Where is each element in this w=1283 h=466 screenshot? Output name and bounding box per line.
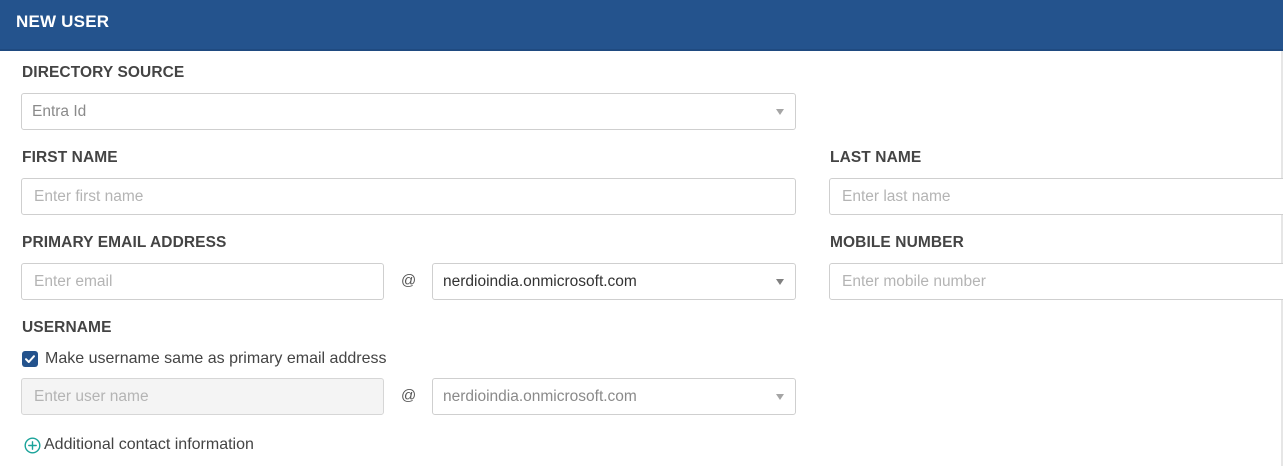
mobile-number-label: MOBILE NUMBER [830,234,964,251]
same-as-email-label[interactable]: Make username same as primary email addr… [45,350,386,368]
chevron-down-icon [776,109,784,115]
dialog-header: NEW USER [0,0,1283,51]
chevron-down-icon [776,279,784,285]
directory-source-select[interactable]: Entra Id [21,93,796,130]
same-as-email-checkbox[interactable] [22,351,38,367]
username-at-symbol: @ [401,387,417,404]
checkmark-icon [25,355,35,363]
username-domain-select: nerdioindia.onmicrosoft.com [432,378,796,415]
chevron-down-icon [776,394,784,400]
username-label: USERNAME [22,319,112,336]
username-input [21,378,384,415]
first-name-input[interactable] [21,178,796,215]
email-input[interactable] [21,263,384,300]
email-at-symbol: @ [401,272,417,289]
email-domain-value: nerdioindia.onmicrosoft.com [443,273,637,290]
directory-source-value: Entra Id [32,103,87,120]
mobile-number-input[interactable] [829,263,1283,300]
plus-circle-icon[interactable] [24,437,41,454]
email-domain-select[interactable]: nerdioindia.onmicrosoft.com [432,263,796,300]
last-name-label: LAST NAME [830,149,922,166]
page-title: NEW USER [16,12,110,31]
username-domain-value: nerdioindia.onmicrosoft.com [443,388,637,405]
directory-source-label: DIRECTORY SOURCE [22,64,185,81]
first-name-label: FIRST NAME [22,149,118,166]
primary-email-label: PRIMARY EMAIL ADDRESS [22,234,227,251]
additional-contact-link[interactable]: Additional contact information [44,436,254,454]
last-name-input[interactable] [829,178,1283,215]
